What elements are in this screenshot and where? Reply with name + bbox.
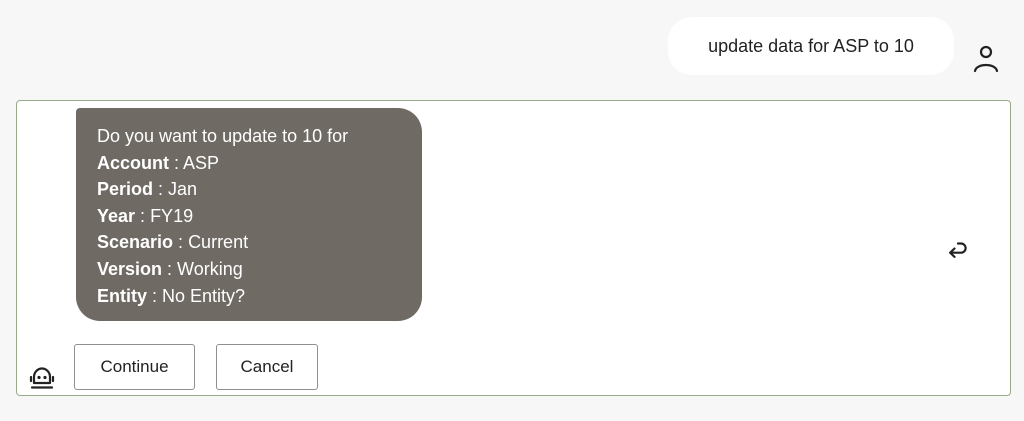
field-label: Entity	[97, 285, 148, 306]
field-value: Working	[177, 258, 243, 279]
field-separator: :	[147, 285, 163, 306]
bot-message-panel: Do you want to update to 10 for Account …	[16, 100, 1011, 396]
field-separator: :	[169, 152, 184, 173]
field-value: FY19	[150, 205, 194, 226]
field-label: Period	[97, 179, 154, 200]
field-period: Period : Jan	[97, 176, 422, 203]
reply-icon[interactable]	[945, 239, 969, 261]
field-version: Version : Working	[97, 256, 422, 283]
cancel-button[interactable]: Cancel	[216, 344, 318, 390]
field-value: ASP	[183, 152, 220, 173]
field-year: Year : FY19	[97, 203, 422, 230]
field-value: Current	[188, 232, 249, 253]
field-label: Year	[97, 205, 136, 226]
field-value: Jan	[168, 179, 198, 200]
field-account: Account : ASP	[97, 150, 422, 177]
bot-message-intro: Do you want to update to 10 for	[97, 126, 349, 146]
continue-button[interactable]: Continue	[74, 344, 195, 390]
field-separator: :	[135, 205, 151, 226]
field-label: Version	[97, 258, 163, 279]
field-separator: :	[173, 232, 189, 253]
user-icon	[972, 44, 1000, 74]
field-separator: :	[162, 258, 178, 279]
user-message-text: update data for ASP to 10	[708, 35, 914, 56]
field-entity: Entity : No Entity?	[97, 283, 422, 310]
field-value: No Entity?	[162, 285, 246, 306]
field-label: Account	[97, 152, 169, 173]
bot-icon	[27, 363, 57, 393]
bot-message-bubble: Do you want to update to 10 for Account …	[76, 108, 422, 321]
user-message-bubble: update data for ASP to 10	[668, 17, 954, 75]
field-label: Scenario	[97, 232, 174, 253]
field-separator: :	[153, 179, 169, 200]
field-scenario: Scenario : Current	[97, 229, 422, 256]
